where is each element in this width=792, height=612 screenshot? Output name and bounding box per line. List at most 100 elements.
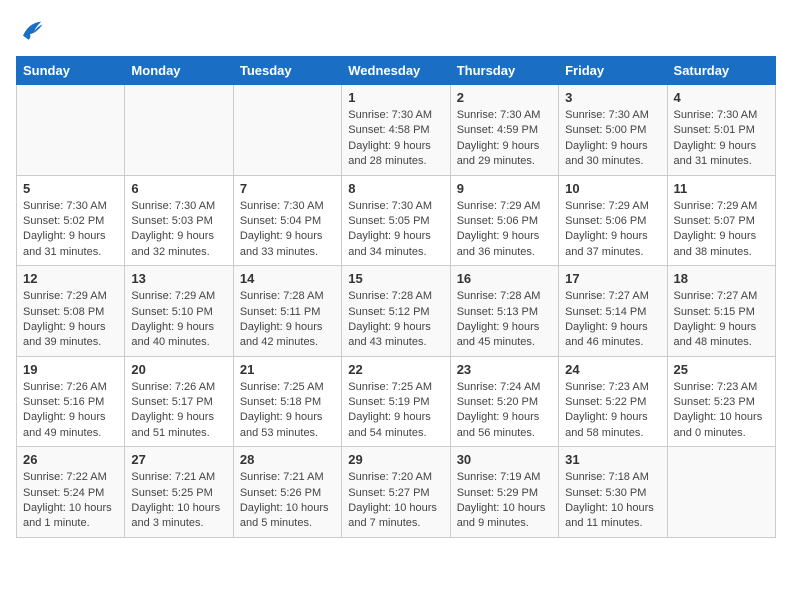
day-number: 31 <box>565 452 660 467</box>
calendar-cell: 8 Sunrise: 7:30 AM Sunset: 5:05 PM Daylig… <box>342 175 450 266</box>
weekday-header-saturday: Saturday <box>667 57 775 85</box>
day-info: Sunrise: 7:30 AM Sunset: 5:04 PM Dayligh… <box>240 199 335 261</box>
day-number: 21 <box>240 362 335 377</box>
calendar-cell: 1 Sunrise: 7:30 AM Sunset: 4:58 PM Daylig… <box>342 85 450 176</box>
day-info: Sunrise: 7:23 AM Sunset: 5:22 PM Dayligh… <box>565 380 660 442</box>
day-info: Sunrise: 7:29 AM Sunset: 5:06 PM Dayligh… <box>457 199 552 261</box>
day-info: Sunrise: 7:29 AM Sunset: 5:07 PM Dayligh… <box>674 199 769 261</box>
calendar-cell: 22 Sunrise: 7:25 AM Sunset: 5:19 PM Dayli… <box>342 356 450 447</box>
calendar-cell: 26 Sunrise: 7:22 AM Sunset: 5:24 PM Dayli… <box>17 447 125 538</box>
calendar-cell: 17 Sunrise: 7:27 AM Sunset: 5:14 PM Dayli… <box>559 266 667 357</box>
day-number: 17 <box>565 271 660 286</box>
calendar-cell: 14 Sunrise: 7:28 AM Sunset: 5:11 PM Dayli… <box>233 266 341 357</box>
calendar-cell: 12 Sunrise: 7:29 AM Sunset: 5:08 PM Dayli… <box>17 266 125 357</box>
day-info: Sunrise: 7:27 AM Sunset: 5:14 PM Dayligh… <box>565 289 660 351</box>
day-number: 10 <box>565 181 660 196</box>
calendar-cell: 19 Sunrise: 7:26 AM Sunset: 5:16 PM Dayli… <box>17 356 125 447</box>
week-row-4: 19 Sunrise: 7:26 AM Sunset: 5:16 PM Dayli… <box>17 356 776 447</box>
calendar-cell: 16 Sunrise: 7:28 AM Sunset: 5:13 PM Dayli… <box>450 266 558 357</box>
calendar-cell: 31 Sunrise: 7:18 AM Sunset: 5:30 PM Dayli… <box>559 447 667 538</box>
weekday-header-tuesday: Tuesday <box>233 57 341 85</box>
day-info: Sunrise: 7:29 AM Sunset: 5:08 PM Dayligh… <box>23 289 118 351</box>
day-info: Sunrise: 7:22 AM Sunset: 5:24 PM Dayligh… <box>23 470 118 532</box>
day-info: Sunrise: 7:28 AM Sunset: 5:12 PM Dayligh… <box>348 289 443 351</box>
day-number: 22 <box>348 362 443 377</box>
calendar-cell: 9 Sunrise: 7:29 AM Sunset: 5:06 PM Daylig… <box>450 175 558 266</box>
day-info: Sunrise: 7:26 AM Sunset: 5:17 PM Dayligh… <box>131 380 226 442</box>
day-number: 24 <box>565 362 660 377</box>
calendar-cell: 11Sunrise: 7:29 AM Sunset: 5:07 PM Dayli… <box>667 175 775 266</box>
day-info: Sunrise: 7:27 AM Sunset: 5:15 PM Dayligh… <box>674 289 769 351</box>
calendar-cell: 18 Sunrise: 7:27 AM Sunset: 5:15 PM Dayli… <box>667 266 775 357</box>
calendar-cell: 27 Sunrise: 7:21 AM Sunset: 5:25 PM Dayli… <box>125 447 233 538</box>
day-info: Sunrise: 7:30 AM Sunset: 5:03 PM Dayligh… <box>131 199 226 261</box>
day-info: Sunrise: 7:30 AM Sunset: 5:05 PM Dayligh… <box>348 199 443 261</box>
calendar-cell: 25 Sunrise: 7:23 AM Sunset: 5:23 PM Dayli… <box>667 356 775 447</box>
page-header <box>16 16 776 44</box>
day-info: Sunrise: 7:25 AM Sunset: 5:19 PM Dayligh… <box>348 380 443 442</box>
day-info: Sunrise: 7:18 AM Sunset: 5:30 PM Dayligh… <box>565 470 660 532</box>
calendar-cell: 4 Sunrise: 7:30 AM Sunset: 5:01 PM Daylig… <box>667 85 775 176</box>
day-info: Sunrise: 7:21 AM Sunset: 5:26 PM Dayligh… <box>240 470 335 532</box>
calendar-cell: 10 Sunrise: 7:29 AM Sunset: 5:06 PM Dayli… <box>559 175 667 266</box>
weekday-header-monday: Monday <box>125 57 233 85</box>
day-info: Sunrise: 7:30 AM Sunset: 5:00 PM Dayligh… <box>565 108 660 170</box>
calendar-cell <box>125 85 233 176</box>
calendar-cell: 28Sunrise: 7:21 AM Sunset: 5:26 PM Dayli… <box>233 447 341 538</box>
day-info: Sunrise: 7:23 AM Sunset: 5:23 PM Dayligh… <box>674 380 769 442</box>
day-info: Sunrise: 7:29 AM Sunset: 5:10 PM Dayligh… <box>131 289 226 351</box>
day-info: Sunrise: 7:29 AM Sunset: 5:06 PM Dayligh… <box>565 199 660 261</box>
day-info: Sunrise: 7:30 AM Sunset: 5:01 PM Dayligh… <box>674 108 769 170</box>
day-info: Sunrise: 7:21 AM Sunset: 5:25 PM Dayligh… <box>131 470 226 532</box>
day-number: 16 <box>457 271 552 286</box>
calendar-table: SundayMondayTuesdayWednesdayThursdayFrid… <box>16 56 776 538</box>
calendar-cell: 15 Sunrise: 7:28 AM Sunset: 5:12 PM Dayli… <box>342 266 450 357</box>
day-number: 14 <box>240 271 335 286</box>
calendar-cell: 3Sunrise: 7:30 AM Sunset: 5:00 PM Daylig… <box>559 85 667 176</box>
day-number: 12 <box>23 271 118 286</box>
day-number: 6 <box>131 181 226 196</box>
calendar-cell: 24 Sunrise: 7:23 AM Sunset: 5:22 PM Dayli… <box>559 356 667 447</box>
weekday-header-thursday: Thursday <box>450 57 558 85</box>
week-row-1: 1 Sunrise: 7:30 AM Sunset: 4:58 PM Daylig… <box>17 85 776 176</box>
day-info: Sunrise: 7:24 AM Sunset: 5:20 PM Dayligh… <box>457 380 552 442</box>
day-number: 25 <box>674 362 769 377</box>
day-info: Sunrise: 7:26 AM Sunset: 5:16 PM Dayligh… <box>23 380 118 442</box>
calendar-cell <box>17 85 125 176</box>
day-number: 30 <box>457 452 552 467</box>
day-info: Sunrise: 7:30 AM Sunset: 4:58 PM Dayligh… <box>348 108 443 170</box>
logo-bird-icon <box>16 16 44 44</box>
calendar-cell: 23Sunrise: 7:24 AM Sunset: 5:20 PM Dayli… <box>450 356 558 447</box>
day-number: 1 <box>348 90 443 105</box>
day-number: 9 <box>457 181 552 196</box>
day-number: 19 <box>23 362 118 377</box>
day-number: 13 <box>131 271 226 286</box>
day-number: 7 <box>240 181 335 196</box>
day-number: 27 <box>131 452 226 467</box>
day-info: Sunrise: 7:19 AM Sunset: 5:29 PM Dayligh… <box>457 470 552 532</box>
day-number: 2 <box>457 90 552 105</box>
weekday-header-wednesday: Wednesday <box>342 57 450 85</box>
week-row-5: 26 Sunrise: 7:22 AM Sunset: 5:24 PM Dayli… <box>17 447 776 538</box>
week-row-2: 5 Sunrise: 7:30 AM Sunset: 5:02 PM Daylig… <box>17 175 776 266</box>
day-info: Sunrise: 7:28 AM Sunset: 5:11 PM Dayligh… <box>240 289 335 351</box>
calendar-cell: 13 Sunrise: 7:29 AM Sunset: 5:10 PM Dayli… <box>125 266 233 357</box>
day-info: Sunrise: 7:30 AM Sunset: 4:59 PM Dayligh… <box>457 108 552 170</box>
day-number: 20 <box>131 362 226 377</box>
day-number: 8 <box>348 181 443 196</box>
calendar-cell: 5 Sunrise: 7:30 AM Sunset: 5:02 PM Daylig… <box>17 175 125 266</box>
day-number: 18 <box>674 271 769 286</box>
day-number: 29 <box>348 452 443 467</box>
week-row-3: 12 Sunrise: 7:29 AM Sunset: 5:08 PM Dayli… <box>17 266 776 357</box>
calendar-cell <box>667 447 775 538</box>
day-number: 15 <box>348 271 443 286</box>
logo <box>16 16 48 44</box>
day-info: Sunrise: 7:30 AM Sunset: 5:02 PM Dayligh… <box>23 199 118 261</box>
day-info: Sunrise: 7:25 AM Sunset: 5:18 PM Dayligh… <box>240 380 335 442</box>
day-number: 26 <box>23 452 118 467</box>
calendar-cell: 21 Sunrise: 7:25 AM Sunset: 5:18 PM Dayli… <box>233 356 341 447</box>
day-number: 4 <box>674 90 769 105</box>
day-info: Sunrise: 7:20 AM Sunset: 5:27 PM Dayligh… <box>348 470 443 532</box>
day-number: 5 <box>23 181 118 196</box>
day-info: Sunrise: 7:28 AM Sunset: 5:13 PM Dayligh… <box>457 289 552 351</box>
